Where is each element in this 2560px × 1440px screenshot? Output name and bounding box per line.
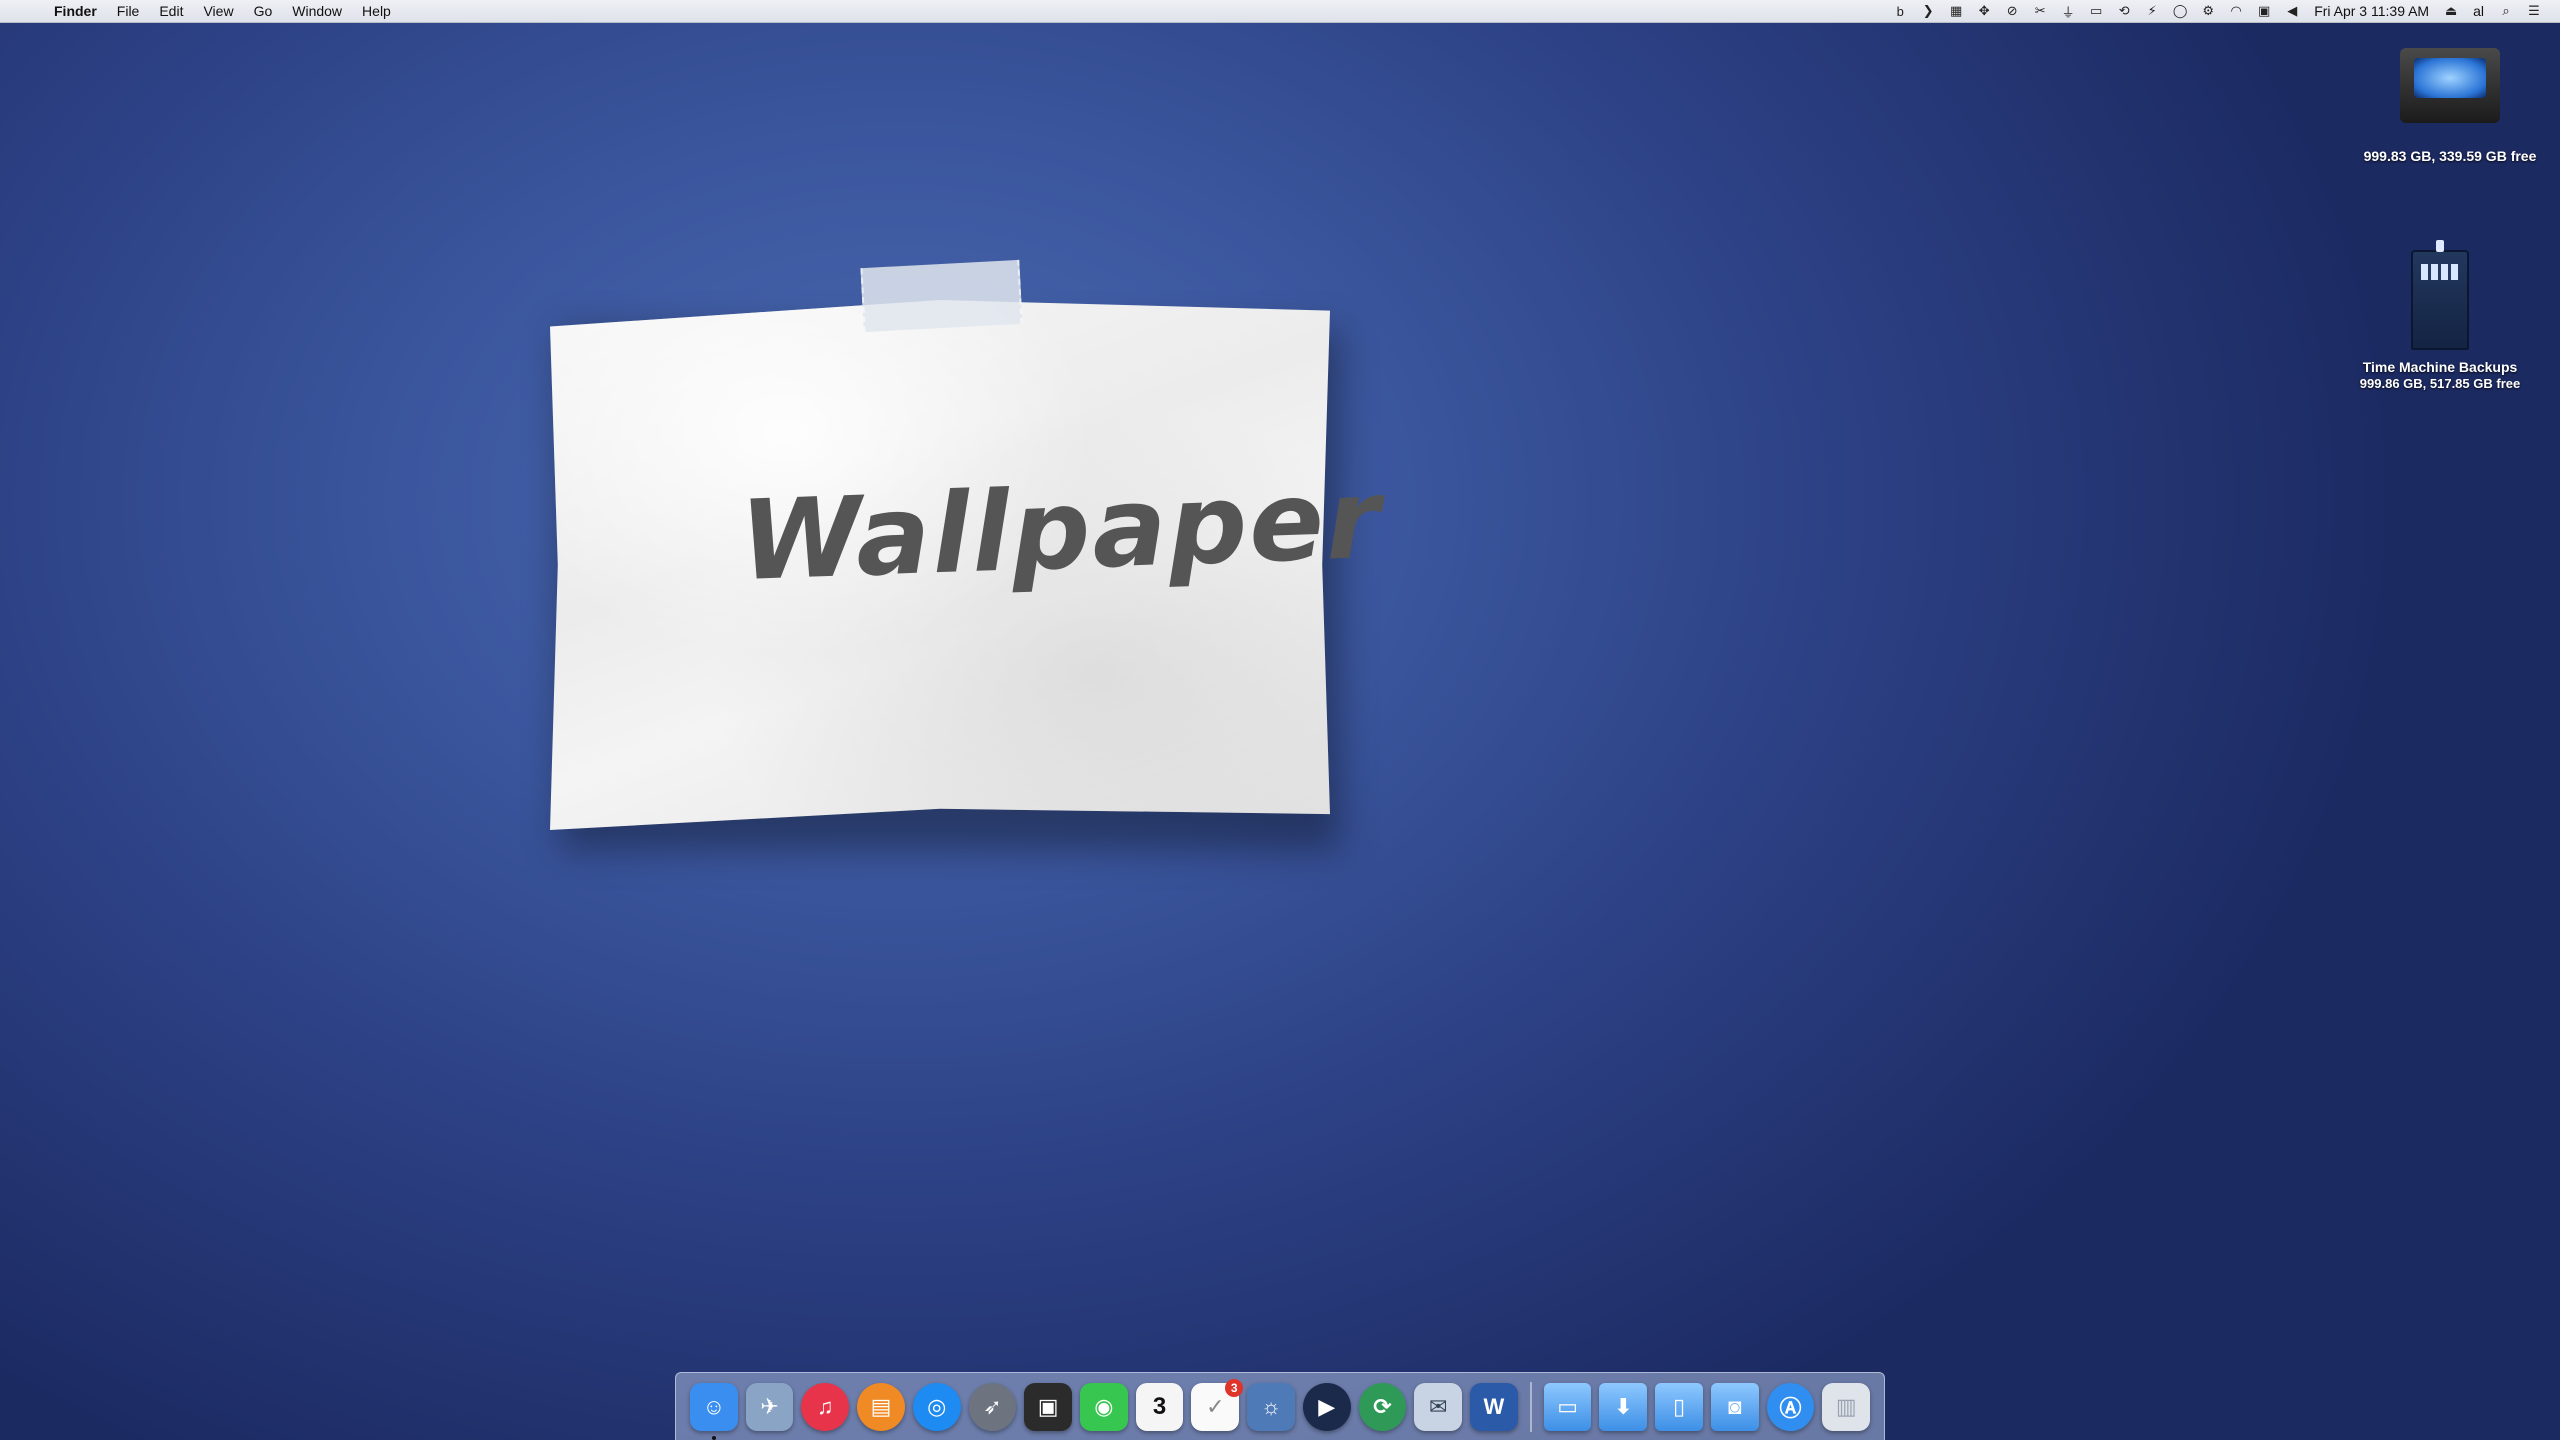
tardis-icon — [2411, 240, 2469, 350]
menu-go[interactable]: Go — [244, 0, 283, 22]
finder-icon: ☺ — [702, 1393, 726, 1419]
wifi-icon[interactable]: ◠ — [2225, 0, 2247, 22]
dock-trash[interactable]: ▥ — [1822, 1382, 1871, 1431]
desktop-drive[interactable]: 999.83 GB, 339.59 GB free — [2350, 48, 2550, 165]
trash-icon: ▥ — [1835, 1393, 1857, 1419]
dock-ibooks[interactable]: ▤ — [857, 1382, 905, 1431]
dock-photo-booth[interactable]: ▣ — [1024, 1382, 1073, 1431]
calendar-icon: 3 — [1152, 1392, 1167, 1420]
scissors-icon[interactable]: ✂ — [2029, 0, 2051, 22]
block-icon[interactable]: ⊘ — [2001, 0, 2023, 22]
final-cut-icon: ▶ — [1318, 1393, 1336, 1419]
downloads-icon: ⬇ — [1614, 1393, 1633, 1419]
dock-screenshots-folder[interactable]: ◙ — [1710, 1382, 1759, 1431]
menu-window[interactable]: Window — [282, 0, 352, 22]
desktop-time-machine[interactable]: Time Machine Backups 999.86 GB, 517.85 G… — [2330, 240, 2550, 391]
bartender-icon[interactable]: b — [1889, 0, 1911, 22]
airplay-icon[interactable]: ▭ — [2085, 0, 2107, 22]
running-indicator — [711, 1435, 716, 1440]
dock-reminders[interactable]: ✓ 3 — [1191, 1378, 1244, 1431]
time-machine-name: Time Machine Backups — [2362, 359, 2518, 375]
dock-final-cut[interactable]: ▶ — [1302, 1382, 1351, 1431]
eject-icon[interactable]: ⏏ — [2440, 0, 2462, 22]
menu-file[interactable]: File — [107, 0, 150, 22]
iphoto-icon: ☼ — [1260, 1393, 1282, 1419]
photo-booth-icon: ▣ — [1037, 1393, 1059, 1419]
documents-icon: ▯ — [1673, 1393, 1686, 1419]
reminders-icon: ✓ — [1206, 1393, 1225, 1419]
camera-folder-icon: ◙ — [1728, 1393, 1742, 1419]
dock-word[interactable]: W — [1470, 1382, 1518, 1431]
dock-calendar[interactable]: 3 — [1135, 1382, 1184, 1431]
printer-icon[interactable]: ⏚ — [2057, 0, 2079, 22]
drive-label: 999.83 GB, 339.59 GB free — [2363, 148, 2537, 164]
clock[interactable]: Fri Apr 3 11:39 AM — [2306, 0, 2437, 22]
dock: ☺ ✈ ♫ ▤ ◎ ➶ ▣ ◉ 3 ✓ 3 ☼ ▶ ⟳ ✉ W ▭ ⬇ ▯ ◙ … — [675, 1372, 1885, 1440]
menu-finder[interactable]: Finder — [44, 0, 107, 22]
arrow-icon[interactable]: ❯ — [1917, 0, 1939, 22]
dock-itunes[interactable]: ♫ — [801, 1382, 850, 1431]
dock-mail[interactable]: ✉ — [1414, 1382, 1463, 1431]
sync-icon: ⟳ — [1373, 1393, 1392, 1419]
dock-finder[interactable]: ☺ — [690, 1382, 738, 1440]
time-machine-icon[interactable]: ⟲ — [2113, 0, 2135, 22]
bluetooth-icon[interactable]: ⚙ — [2197, 0, 2219, 22]
circle-icon[interactable]: ◯ — [2169, 0, 2191, 22]
preview-icon: ✈ — [760, 1393, 779, 1419]
dock-downloads-folder[interactable]: ⬇ — [1599, 1382, 1648, 1431]
dropbox-icon[interactable]: ✥ — [1973, 0, 1995, 22]
dock-app-store[interactable]: Ⓐ — [1766, 1382, 1815, 1431]
notification-center-icon[interactable]: ☰ — [2523, 0, 2545, 22]
tape — [860, 259, 1023, 333]
dock-separator — [1529, 1381, 1532, 1432]
dock-preview[interactable]: ✈ — [745, 1382, 794, 1431]
power-icon[interactable]: ⚡ — [2141, 0, 2163, 22]
dock-facetime[interactable]: ◉ — [1080, 1382, 1128, 1431]
user-name[interactable]: al — [2465, 0, 2492, 22]
dock-documents-folder[interactable]: ▯ — [1655, 1382, 1703, 1431]
itunes-icon: ♫ — [817, 1393, 834, 1419]
menu-bar: Finder File Edit View Go Window Help b ❯… — [0, 0, 2560, 23]
hard-drive-icon — [2400, 48, 2500, 123]
volume-icon[interactable]: ◀ — [2281, 0, 2303, 22]
word-icon: W — [1483, 1393, 1505, 1419]
wallpaper-text: Wallpaper — [737, 454, 1385, 605]
menu-help[interactable]: Help — [352, 0, 401, 22]
folder-icon: ▭ — [1557, 1393, 1579, 1419]
dock-sync[interactable]: ⟳ — [1358, 1382, 1407, 1431]
notification-badge: 3 — [1225, 1378, 1244, 1397]
battery-icon[interactable]: ▣ — [2253, 0, 2275, 22]
safari-icon: ◎ — [927, 1393, 947, 1419]
spotlight-icon[interactable]: ⌕ — [2495, 0, 2517, 22]
dock-iphoto[interactable]: ☼ — [1247, 1382, 1295, 1431]
facetime-icon: ◉ — [1094, 1393, 1114, 1419]
app-store-icon: Ⓐ — [1779, 1395, 1802, 1421]
dock-safari[interactable]: ◎ — [912, 1382, 961, 1431]
time-machine-info: 999.86 GB, 517.85 GB free — [2359, 376, 2521, 391]
ibooks-icon: ▤ — [870, 1393, 892, 1419]
menu-edit[interactable]: Edit — [149, 0, 193, 22]
dock-applications-folder[interactable]: ▭ — [1543, 1382, 1592, 1431]
launchpad-icon: ➶ — [983, 1393, 1002, 1419]
mail-icon: ✉ — [1428, 1393, 1448, 1419]
menu-view[interactable]: View — [193, 0, 243, 22]
grid-icon[interactable]: ▦ — [1945, 0, 1967, 22]
dock-launchpad[interactable]: ➶ — [968, 1382, 1017, 1431]
